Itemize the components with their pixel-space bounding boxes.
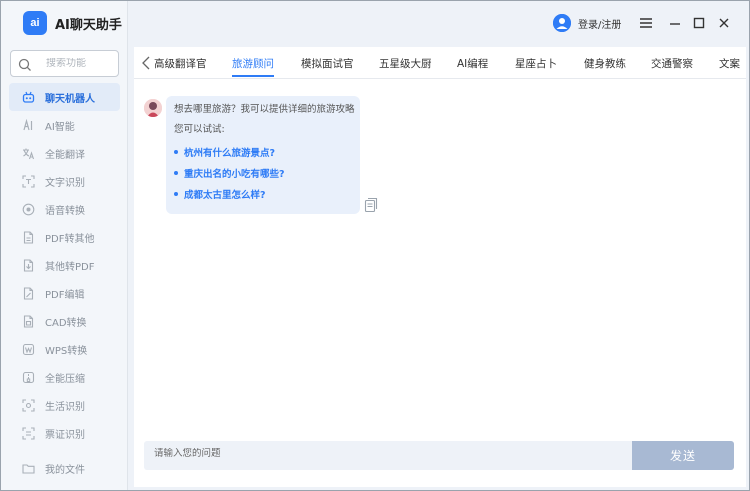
sidebar-item-label: 生活识别 (45, 401, 85, 413)
sidebar-item-ocr[interactable]: 文字识别 (9, 167, 120, 195)
to-pdf-icon (22, 258, 35, 272)
user-avatar-icon (553, 14, 571, 32)
suggestion-text: 成都太古里怎么样? (184, 189, 266, 201)
tab-traffic-police[interactable]: 交通警察 (651, 56, 693, 71)
active-tab-indicator (232, 75, 274, 77)
menu-icon[interactable] (638, 15, 654, 31)
send-button[interactable]: 发送 (632, 441, 734, 470)
sidebar: ai AI聊天助手 聊天机器人 AI智能 (1, 1, 128, 490)
sidebar-item-ai[interactable]: AI智能 (9, 111, 120, 139)
tab-astrology[interactable]: 星座占卜 (515, 56, 557, 71)
sidebar-item-label: 语音转换 (45, 205, 85, 217)
title-bar: 登录/注册 (128, 1, 749, 47)
bullet-icon (174, 191, 178, 196)
assistant-tabs: 高级翻译官 旅游顾问 模拟面试官 五星级大厨 AI编程 星座占卜 健身教练 交通… (134, 47, 746, 79)
bullet-icon (174, 170, 178, 175)
wps-icon (22, 343, 35, 356)
sidebar-item-label: PDF转其他 (45, 233, 95, 245)
suggestion-item[interactable]: 杭州有什么旅游景点? (174, 141, 352, 162)
assistant-avatar (144, 99, 162, 117)
sidebar-item-label: 票证识别 (45, 429, 85, 441)
sidebar-item-wps[interactable]: WPS转换 (9, 335, 120, 363)
my-files-label: 我的文件 (45, 464, 85, 476)
login-label: 登录/注册 (578, 19, 622, 31)
search-icon (18, 57, 32, 71)
copy-icon[interactable] (364, 197, 378, 213)
minimize-icon[interactable] (667, 15, 683, 31)
app-logo-icon: ai (23, 11, 47, 35)
tab-fitness-coach[interactable]: 健身教练 (584, 56, 626, 71)
suggestion-text: 杭州有什么旅游景点? (184, 147, 276, 159)
sidebar-item-my-files[interactable]: 我的文件 (9, 454, 120, 482)
sidebar-item-chatbot[interactable]: 聊天机器人 (9, 83, 120, 111)
sidebar-item-cad[interactable]: CAD转换 (9, 307, 120, 335)
sidebar-item-label: CAD转换 (45, 317, 87, 329)
ocr-icon (22, 174, 35, 188)
maximize-icon[interactable] (691, 15, 707, 31)
search-box[interactable] (10, 50, 119, 77)
sidebar-nav: 聊天机器人 AI智能 全能翻译 文字识别 语音转换 PDF转其他 其他转PDF … (9, 83, 120, 447)
suggestion-text: 重庆出名的小吃有哪些? (184, 168, 285, 180)
search-input[interactable] (46, 58, 116, 69)
cad-icon (22, 314, 35, 328)
suggestion-item[interactable]: 重庆出名的小吃有哪些? (174, 162, 352, 183)
tab-copywriting[interactable]: 文案 (719, 56, 740, 71)
message-try-label: 您可以试试: (174, 124, 225, 135)
sidebar-item-pdf-to-other[interactable]: PDF转其他 (9, 223, 120, 251)
scan-icon (22, 398, 35, 412)
close-icon[interactable] (716, 15, 732, 31)
sidebar-item-label: 全能压缩 (45, 373, 85, 385)
login-button[interactable]: 登录/注册 (553, 14, 621, 32)
robot-icon (22, 91, 35, 104)
folder-icon (22, 462, 35, 475)
sidebar-item-pdf-edit[interactable]: PDF编辑 (9, 279, 120, 307)
sidebar-item-label: PDF编辑 (45, 289, 85, 301)
translate-icon (22, 147, 35, 160)
sidebar-item-label: 文字识别 (45, 177, 85, 189)
bullet-icon (174, 149, 178, 154)
sidebar-item-label: 全能翻译 (45, 149, 85, 161)
tab-chef[interactable]: 五星级大厨 (379, 56, 432, 71)
tab-ai-coding[interactable]: AI编程 (457, 56, 488, 71)
pdf-edit-icon (22, 286, 35, 300)
ticket-icon (22, 426, 35, 440)
sidebar-item-label: 聊天机器人 (45, 93, 95, 105)
message-input[interactable] (154, 448, 614, 459)
voice-icon (22, 203, 35, 216)
sidebar-item-label: WPS转换 (45, 345, 88, 357)
chevron-left-icon[interactable] (140, 55, 152, 71)
sidebar-item-to-pdf[interactable]: 其他转PDF (9, 251, 120, 279)
sidebar-item-life-scan[interactable]: 生活识别 (9, 391, 120, 419)
pdf-icon (22, 230, 35, 244)
sidebar-item-label: AI智能 (45, 121, 75, 133)
suggestion-item[interactable]: 成都太古里怎么样? (174, 183, 352, 204)
assistant-message: 想去哪里旅游？我可以提供详细的旅游攻略 您可以试试: 杭州有什么旅游景点? 重庆… (166, 96, 360, 214)
compress-icon (22, 371, 35, 384)
sidebar-item-compress[interactable]: 全能压缩 (9, 363, 120, 391)
tab-travel-advisor[interactable]: 旅游顾问 (232, 56, 274, 71)
brand: ai AI聊天助手 (23, 11, 122, 35)
sidebar-item-translate[interactable]: 全能翻译 (9, 139, 120, 167)
chat-panel: 高级翻译官 旅游顾问 模拟面试官 五星级大厨 AI编程 星座占卜 健身教练 交通… (134, 47, 746, 487)
tab-translator[interactable]: 高级翻译官 (154, 56, 207, 71)
app-title: AI聊天助手 (55, 17, 122, 33)
ai-icon (22, 118, 35, 132)
app-window: ai AI聊天助手 聊天机器人 AI智能 (0, 0, 750, 491)
message-intro: 想去哪里旅游？我可以提供详细的旅游攻略 (174, 104, 355, 115)
sidebar-item-voice[interactable]: 语音转换 (9, 195, 120, 223)
sidebar-item-label: 其他转PDF (45, 261, 95, 273)
tab-mock-interviewer[interactable]: 模拟面试官 (301, 56, 354, 71)
sidebar-item-ticket[interactable]: 票证识别 (9, 419, 120, 447)
